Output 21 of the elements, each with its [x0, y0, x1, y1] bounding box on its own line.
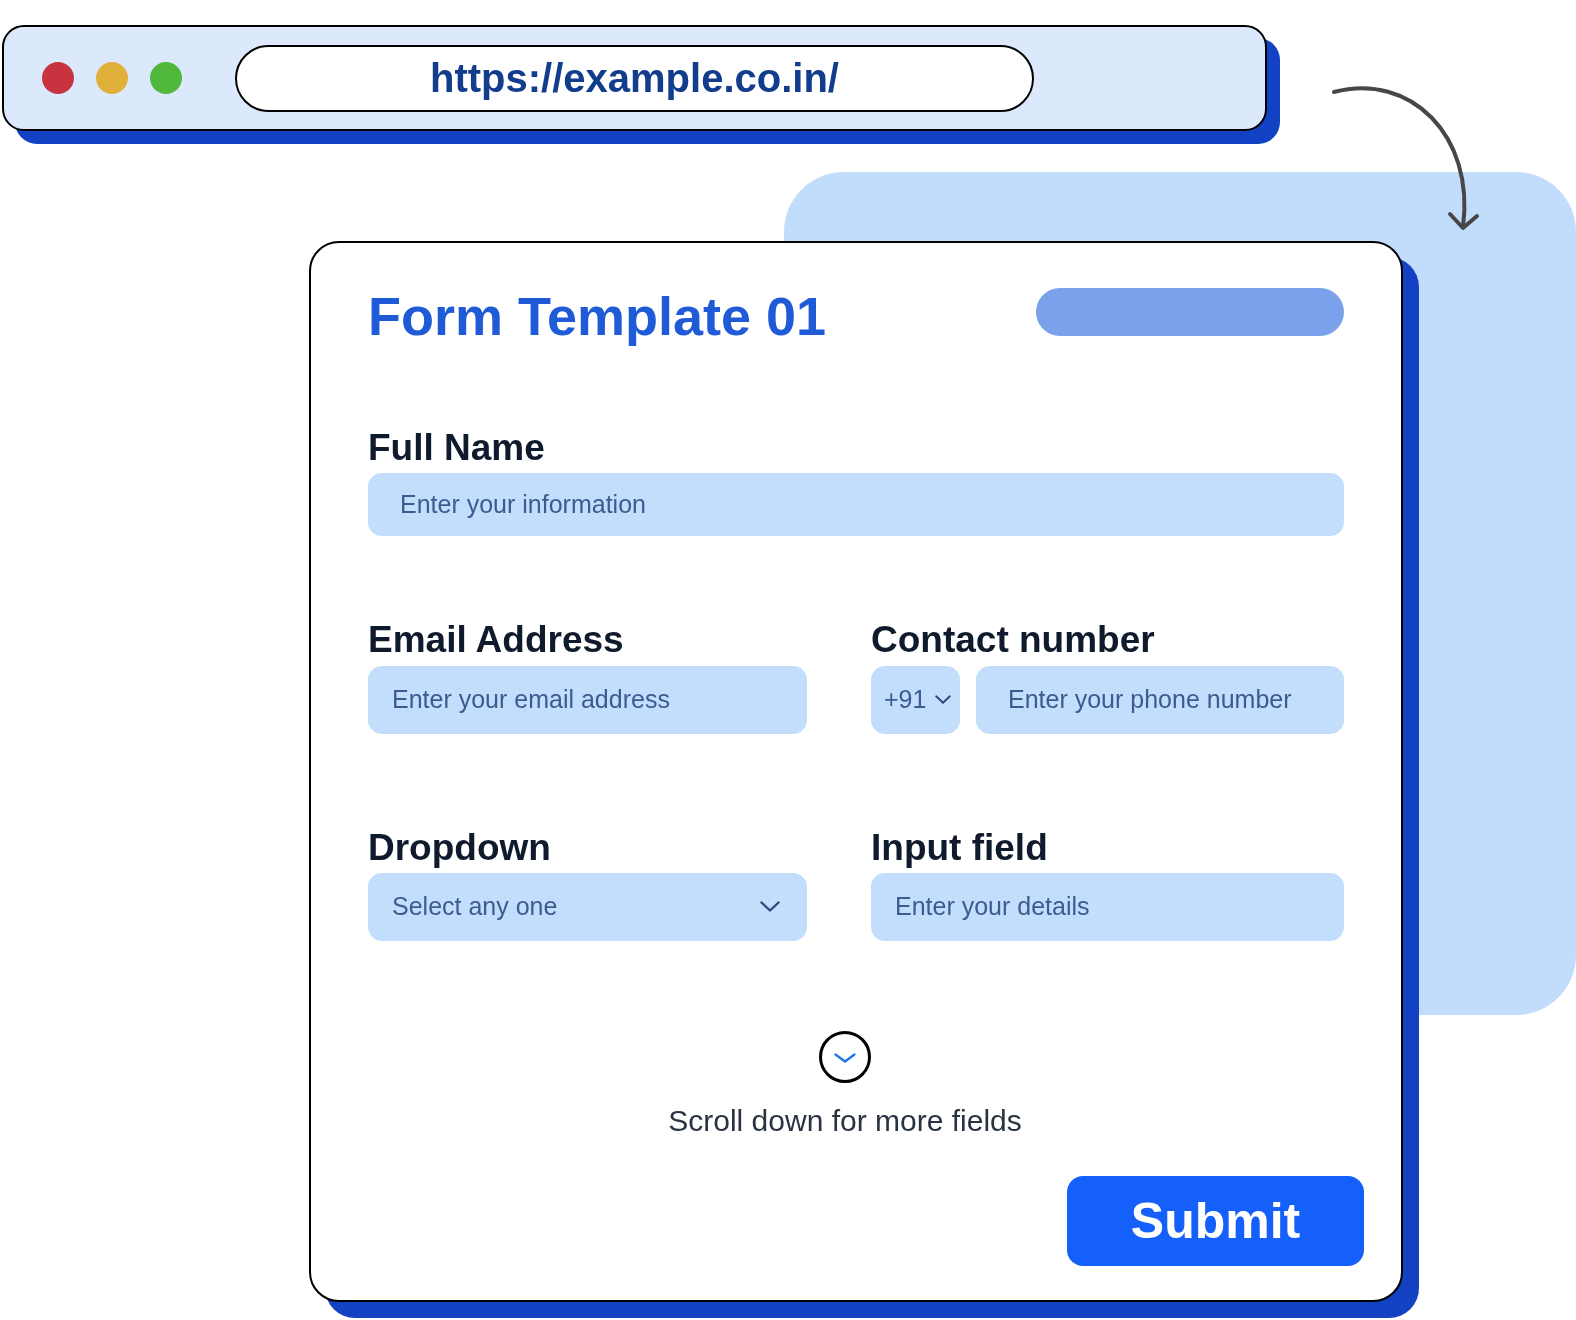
chevron-circle-icon: [819, 1030, 871, 1083]
address-bar[interactable]: https://example.co.in/: [235, 44, 1034, 112]
country-code-select[interactable]: +91: [871, 665, 960, 734]
chevron-down-icon: [760, 901, 780, 913]
input-field[interactable]: Enter your details: [871, 872, 1344, 941]
chevron-down-icon: [935, 695, 952, 705]
phone-input-field[interactable]: Enter your phone number: [976, 665, 1344, 734]
window-dot-icon[interactable]: [150, 62, 182, 94]
window-dot-icon[interactable]: [42, 62, 74, 94]
field-label: Dropdown: [368, 825, 551, 870]
submit-button[interactable]: Submit: [1067, 1175, 1364, 1266]
field-label: Full Name: [368, 425, 545, 470]
form-title: Form Template 01: [368, 285, 827, 348]
field-label: Contact number: [871, 618, 1155, 663]
dropdown-field[interactable]: Select any one: [368, 872, 807, 941]
window-dot-icon[interactable]: [96, 62, 128, 94]
field-label: Email Address: [368, 618, 624, 663]
field-label: Input field: [871, 825, 1048, 870]
input-field[interactable]: Enter your email address: [368, 665, 807, 734]
input-field[interactable]: Enter your information: [368, 473, 1344, 537]
scroll-hint-text: Scroll down for more fields: [668, 1102, 1022, 1139]
